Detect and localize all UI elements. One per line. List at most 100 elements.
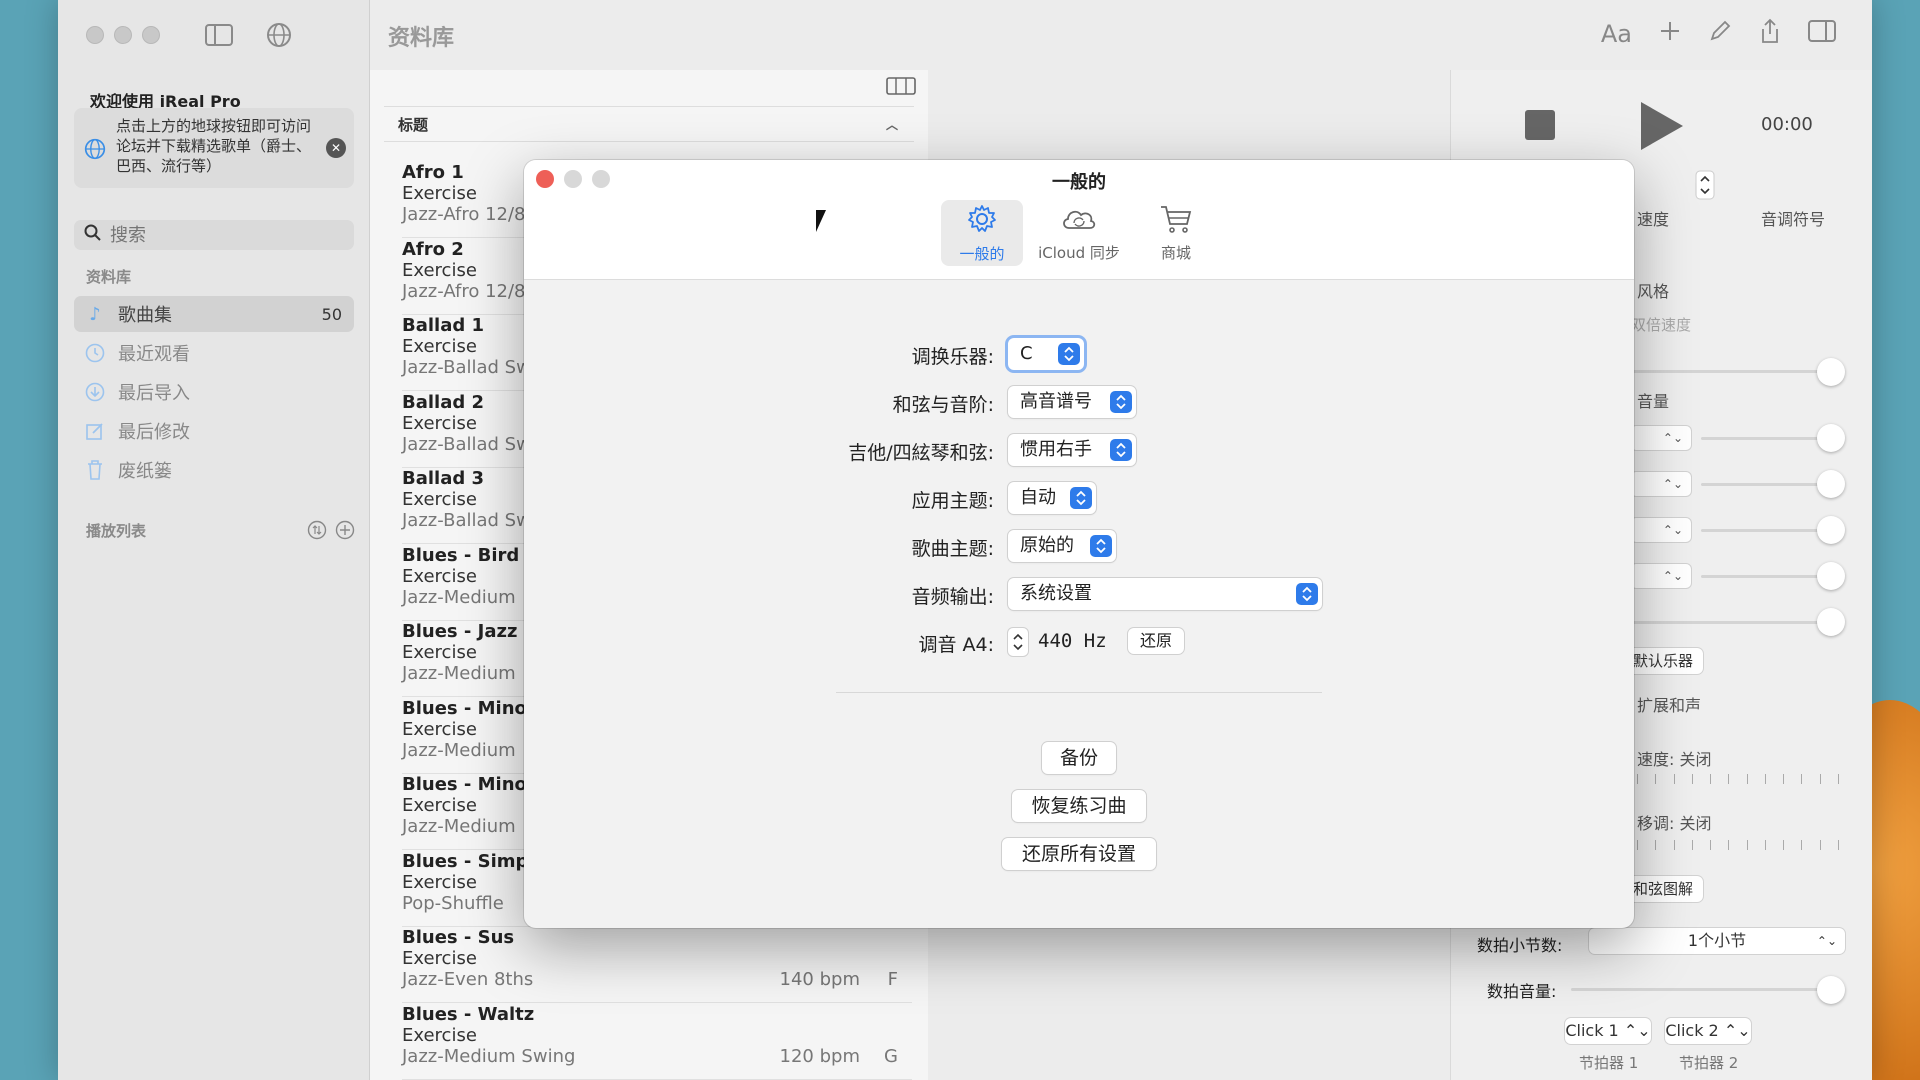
sync-playlist-icon[interactable] xyxy=(307,520,327,544)
restore-exercises-button[interactable]: 恢复练习曲 xyxy=(1012,790,1146,822)
play-button[interactable] xyxy=(1641,102,1683,150)
add-playlist-icon[interactable] xyxy=(335,520,355,544)
tab-store[interactable]: 商城 xyxy=(1135,200,1217,266)
select-value: 自动 xyxy=(1020,487,1056,508)
instrument-select[interactable]: ⌃⌄ xyxy=(1631,426,1691,450)
song-title: Blues - Waltz xyxy=(402,1003,535,1025)
count-volume-label: 数拍音量: xyxy=(1487,982,1557,1001)
volume-slider-knob[interactable] xyxy=(1817,424,1845,452)
select-value: C xyxy=(1020,343,1033,364)
count-volume-knob[interactable] xyxy=(1817,976,1845,1004)
sidebar-toggle-icon[interactable] xyxy=(204,20,234,50)
transpose-instrument-select[interactable]: C xyxy=(1008,338,1084,370)
pencil-icon[interactable] xyxy=(1708,19,1732,49)
add-icon[interactable] xyxy=(1658,19,1682,49)
mouse-cursor xyxy=(816,210,826,232)
chevron-updown-icon xyxy=(1110,391,1132,413)
tempo-stepper[interactable] xyxy=(1695,170,1715,204)
form-label: 和弦与音阶: xyxy=(892,394,994,416)
select-value: 高音谱号 xyxy=(1020,391,1092,412)
count-in-select[interactable]: 1个小节 ⌃⌄ xyxy=(1589,928,1845,954)
tab-label: iCloud 同步 xyxy=(1038,243,1120,262)
key-label: 音调符号 xyxy=(1761,210,1826,229)
song-composer: Exercise xyxy=(402,948,477,969)
playlist-actions xyxy=(307,520,355,544)
volume-slider-track xyxy=(1701,575,1831,578)
volume-slider-knob[interactable] xyxy=(1817,470,1845,498)
close-window-button[interactable] xyxy=(86,26,104,44)
default-instrument-button[interactable]: 默认乐器 xyxy=(1623,648,1704,674)
count-in-label: 数拍小节数: xyxy=(1477,936,1563,955)
stop-button[interactable] xyxy=(1525,110,1555,140)
tuning-stepper[interactable] xyxy=(1008,628,1028,656)
search-field[interactable] xyxy=(74,220,354,250)
reset-tuning-button[interactable]: 还原 xyxy=(1128,628,1185,654)
columns-icon[interactable] xyxy=(886,76,916,100)
playback-time: 00:00 xyxy=(1761,114,1813,135)
sidebar-item-imported[interactable]: 最后导入 xyxy=(74,374,354,410)
select-value: 惯用右手 xyxy=(1020,439,1092,460)
song-theme-select[interactable]: 原始的 xyxy=(1008,530,1116,562)
inspector-toggle-icon[interactable] xyxy=(1808,20,1836,48)
song-theme-row: 歌曲主题: 原始的 xyxy=(524,526,1634,566)
chevron-updown-icon: ⌃⌄ xyxy=(1816,934,1837,948)
style-label: 风格 xyxy=(1637,282,1670,301)
preferences-tabs: 一般的 iCloud 同步 商城 xyxy=(524,200,1634,266)
slider-track xyxy=(1631,370,1841,373)
guitar-chords-select[interactable]: 惯用右手 xyxy=(1008,434,1136,466)
slider-knob[interactable] xyxy=(1817,358,1845,386)
song-row[interactable]: Blues - Sus Exercise Jazz-Even 8ths 140 bpm… xyxy=(402,927,912,1003)
column-header-label: 标题 xyxy=(398,115,429,134)
minimize-window-button[interactable] xyxy=(114,26,132,44)
volume-slider-track xyxy=(1631,621,1831,624)
count-volume-track xyxy=(1571,988,1831,991)
backup-button[interactable]: 备份 xyxy=(1042,742,1116,774)
extended-harmony-option[interactable]: 扩展和声 xyxy=(1637,692,1701,716)
guitar-chords-row: 吉他/四絃琴和弦: 惯用右手 xyxy=(524,430,1634,470)
title-column-header[interactable]: 标题 ︿ xyxy=(384,106,914,142)
audio-output-select[interactable]: 系统设置 xyxy=(1008,578,1322,610)
zoom-window-button[interactable] xyxy=(142,26,160,44)
tuning-value: 440 Hz xyxy=(1038,630,1107,652)
playlist-section-label: 播放列表 xyxy=(86,522,147,540)
tab-label: 商城 xyxy=(1160,243,1191,262)
font-size-button[interactable]: Aa xyxy=(1601,20,1632,48)
song-count-badge: 50 xyxy=(321,304,342,324)
sidebar-item-modified[interactable]: 最后修改 xyxy=(74,413,354,449)
tempo-ticks[interactable] xyxy=(1637,774,1839,784)
chords-scales-select[interactable]: 高音谱号 xyxy=(1008,386,1136,418)
search-input[interactable] xyxy=(110,224,330,246)
metronome1-label: 节拍器 1 xyxy=(1579,1054,1639,1072)
share-icon[interactable] xyxy=(1758,18,1782,50)
instrument-select[interactable]: ⌃⌄ xyxy=(1631,472,1691,496)
reset-all-settings-button[interactable]: 还原所有设置 xyxy=(1002,838,1156,870)
click1-value: Click 1 xyxy=(1565,1021,1619,1040)
main-toolbar: Aa xyxy=(1601,18,1836,50)
volume-slider-track xyxy=(1701,437,1831,440)
click1-select[interactable]: Click 1 ⌃⌄ xyxy=(1565,1018,1651,1044)
tab-general[interactable]: 一般的 xyxy=(941,200,1023,266)
volume-slider-knob[interactable] xyxy=(1817,562,1845,590)
chord-diagram-button[interactable]: 和弦图解 xyxy=(1623,876,1704,902)
song-bpm: 120 bpm xyxy=(779,1045,860,1067)
sidebar-item-label: 最后导入 xyxy=(118,383,190,404)
instrument-select[interactable]: ⌃⌄ xyxy=(1631,518,1691,542)
double-tempo-label: 双倍速度 xyxy=(1631,316,1692,334)
globe-icon[interactable] xyxy=(264,20,294,50)
volume-slider-knob[interactable] xyxy=(1817,608,1845,636)
sidebar-item-trash[interactable]: 废纸篓 xyxy=(74,452,354,488)
close-icon[interactable]: ✕ xyxy=(326,138,346,158)
trash-icon xyxy=(84,459,106,481)
volume-slider-knob[interactable] xyxy=(1817,516,1845,544)
click2-select[interactable]: Click 2 ⌃⌄ xyxy=(1665,1018,1751,1044)
instrument-select[interactable]: ⌃⌄ xyxy=(1631,564,1691,588)
sidebar-item-recent[interactable]: 最近观看 xyxy=(74,335,354,371)
music-note-icon: ♪ xyxy=(89,303,101,325)
sidebar-item-songbook[interactable]: ♪ 歌曲集 50 xyxy=(74,296,354,332)
sort-chevron-icon: ︿ xyxy=(885,117,898,132)
transpose-ticks[interactable] xyxy=(1637,840,1839,850)
icloud-sync-icon xyxy=(1059,204,1099,238)
song-row[interactable]: Blues - Waltz Exercise Jazz-Medium Swing 12… xyxy=(402,1004,912,1080)
tab-icloud-sync[interactable]: iCloud 同步 xyxy=(1031,200,1127,266)
app-theme-select[interactable]: 自动 xyxy=(1008,482,1096,514)
